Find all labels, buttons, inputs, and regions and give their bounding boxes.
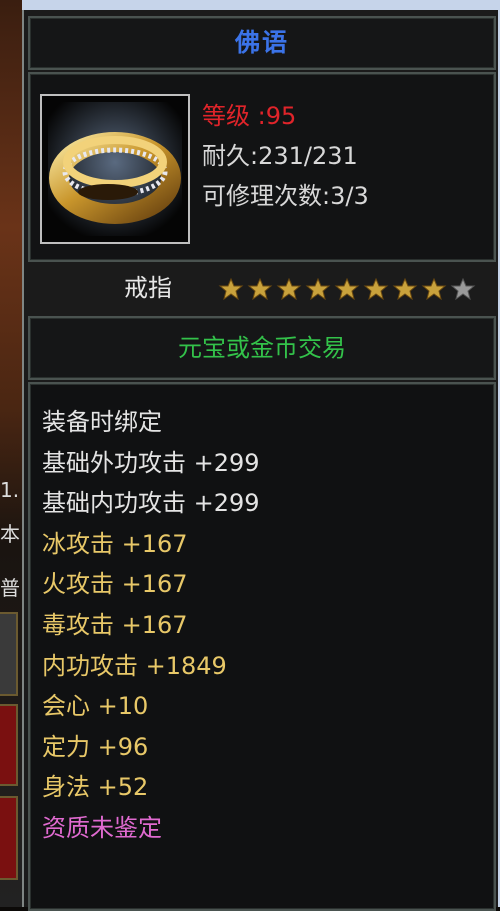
inventory-slot[interactable] bbox=[0, 704, 18, 786]
item-repair-count: 可修理次数:3/3 bbox=[202, 182, 369, 210]
inventory-slot[interactable] bbox=[0, 796, 18, 880]
item-tooltip: 佛语 等级:95 耐久:231/231 可修理次数:3/3 戒指 元宝或金币交… bbox=[22, 10, 498, 911]
item-durability: 耐久:231/231 bbox=[202, 142, 358, 170]
star-filled-icon bbox=[421, 278, 447, 300]
item-info-panel: 等级 :95 耐久:231/231 可修理次数:3/3 bbox=[28, 72, 496, 262]
background-text-fragment: 1. bbox=[0, 478, 20, 502]
item-level: 等级 :95 bbox=[202, 102, 297, 130]
star-filled-icon bbox=[247, 278, 273, 300]
trade-bar: 元宝或金币交易 bbox=[28, 316, 496, 380]
trade-label: 元宝或金币交易 bbox=[178, 334, 346, 362]
attribute-line: 定力 +96 bbox=[42, 732, 149, 761]
attribute-list: 装备时绑定基础外功攻击 +299 基础内功攻击 +299 冰攻击 +167 火攻击 +… bbox=[42, 402, 260, 849]
item-icon-frame bbox=[40, 94, 190, 244]
attribute-line: 火攻击 +167 bbox=[42, 570, 188, 599]
item-type: 戒指 bbox=[124, 274, 172, 302]
star-filled-icon bbox=[392, 278, 418, 300]
background-text-fragment: 本 bbox=[0, 522, 20, 546]
background-text-fragment: 普 bbox=[0, 576, 20, 600]
attribute-line: 资质未鉴定 bbox=[42, 813, 162, 842]
star-filled-icon bbox=[218, 278, 244, 300]
attribute-line: 冰攻击 +167 bbox=[42, 529, 188, 558]
star-filled-icon bbox=[334, 278, 360, 300]
star-filled-icon bbox=[305, 278, 331, 300]
attribute-line: 身法 +52 bbox=[42, 773, 149, 802]
star-rating bbox=[218, 278, 476, 300]
attributes-panel: 装备时绑定基础外功攻击 +299 基础内功攻击 +299 冰攻击 +167 火攻击 +… bbox=[28, 382, 496, 911]
attribute-line: 基础外功攻击 +299 bbox=[42, 448, 260, 477]
background-game-scene: 1. 本 普 bbox=[0, 0, 22, 907]
attribute-line: 装备时绑定 bbox=[42, 408, 162, 436]
star-filled-icon bbox=[363, 278, 389, 300]
background-top-strip bbox=[0, 0, 500, 10]
attribute-line: 会心 +10 bbox=[42, 692, 149, 721]
attribute-line: 内功攻击 +1849 bbox=[42, 651, 227, 680]
star-empty-icon bbox=[450, 278, 476, 300]
item-stats: 等级 :95 耐久:231/231 可修理次数:3/3 bbox=[202, 96, 369, 216]
inventory-slot[interactable] bbox=[0, 612, 18, 696]
item-name: 佛语 bbox=[234, 28, 289, 57]
star-filled-icon bbox=[276, 278, 302, 300]
gold-ring-icon bbox=[48, 102, 182, 236]
attribute-line: 毒攻击 +167 bbox=[42, 610, 188, 639]
item-type-row: 戒指 bbox=[28, 264, 496, 312]
tooltip-title-bar: 佛语 bbox=[28, 16, 496, 70]
attribute-line: 基础内功攻击 +299 bbox=[42, 489, 260, 518]
